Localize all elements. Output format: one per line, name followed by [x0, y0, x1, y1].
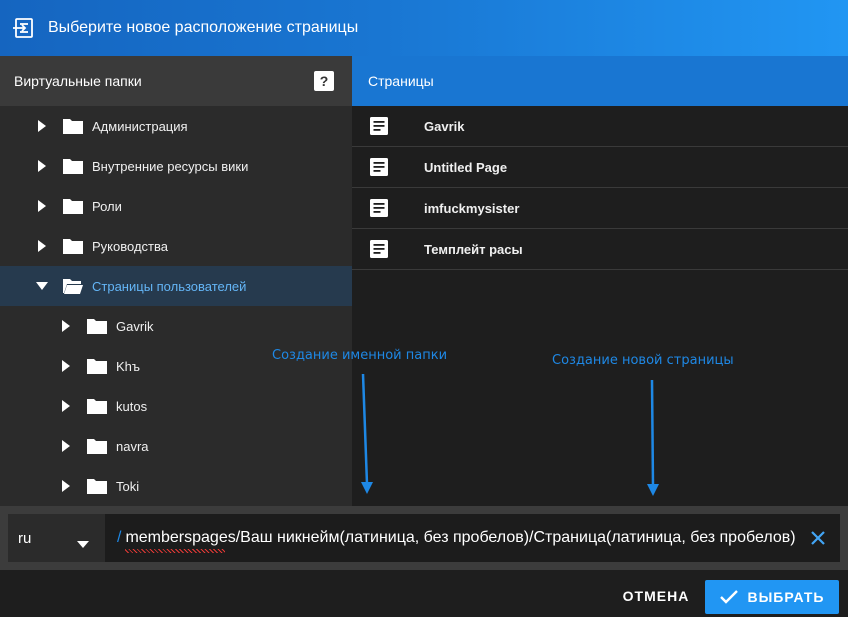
tree-folder-label: Страницы пользователей	[92, 278, 247, 294]
folder-icon	[86, 397, 108, 415]
folder-icon	[62, 157, 84, 175]
folder-icon	[62, 197, 84, 215]
locale-value: ru	[18, 529, 32, 547]
tree-folder-item[interactable]: Роли	[0, 186, 352, 226]
folder-icon	[86, 437, 108, 455]
page-list-item[interactable]: Untitled Page	[352, 147, 848, 188]
path-value: memberspages/Ваш никнейм(латиница, без п…	[125, 529, 796, 553]
pages-header: Страницы	[352, 56, 848, 106]
page-list-item[interactable]: Gavrik	[352, 106, 848, 147]
tree-folder-label: Khъ	[116, 358, 141, 374]
tree-folder-label: Роли	[92, 198, 122, 214]
virtual-folders-panel: Виртуальные папки ? Администрация Внутрен…	[0, 56, 352, 506]
folder-icon	[62, 117, 84, 135]
folder-note-arrow	[361, 373, 373, 494]
page-icon	[370, 239, 390, 259]
page-title: Темплейт расы	[424, 241, 523, 257]
page-list-item[interactable]: Темплейт расы	[352, 229, 848, 270]
chevron-right-icon[interactable]	[60, 360, 72, 372]
folder-open-icon	[62, 277, 84, 295]
tree-folder-item[interactable]: Внутренние ресурсы вики	[0, 146, 352, 186]
chevron-down-icon[interactable]	[36, 280, 48, 292]
page-note-arrow	[647, 379, 659, 496]
page-icon	[370, 198, 390, 218]
page-creation-note: Создание новой страницы	[552, 353, 734, 368]
chevron-right-icon[interactable]	[60, 320, 72, 332]
dialog-footer: ОТМЕНА ВЫБРАТЬ	[0, 570, 848, 617]
virtual-folders-title: Виртуальные папки	[14, 73, 142, 89]
chevron-right-icon[interactable]	[36, 240, 48, 252]
folder-icon	[86, 477, 108, 495]
tree-folder-item[interactable]: Руководства	[0, 226, 352, 266]
close-icon[interactable]	[808, 528, 828, 548]
chevron-right-icon[interactable]	[36, 160, 48, 172]
dialog-titlebar: Выберите новое расположение страницы	[0, 0, 848, 56]
tree-folder-label: Администрация	[92, 118, 188, 134]
tree-folder-item[interactable]: navra	[0, 426, 352, 466]
chevron-right-icon[interactable]	[36, 120, 48, 132]
path-input[interactable]: / memberspages/Ваш никнейм(латиница, без…	[105, 514, 840, 562]
tree-folder-label: Руководства	[92, 238, 168, 254]
page-icon	[370, 116, 390, 136]
path-bar: ru / memberspages/Ваш никнейм(латиница, …	[0, 506, 848, 570]
pages-panel: Страницы Gavrik Untitled Page imfuckmysist…	[352, 56, 848, 506]
page-title: Untitled Page	[424, 159, 508, 175]
help-icon[interactable]: ?	[314, 71, 334, 91]
caret-down-icon	[77, 535, 89, 552]
tree-folder-item[interactable]: Страницы пользователей	[0, 266, 352, 306]
folder-icon	[86, 357, 108, 375]
page-icon	[370, 157, 390, 177]
page-title: Gavrik	[424, 118, 465, 134]
folder-tree: Администрация Внутренние ресурсы вики Роли…	[0, 106, 352, 506]
folder-creation-note: Создание именной папки	[272, 348, 448, 363]
select-button[interactable]: ВЫБРАТЬ	[705, 580, 839, 614]
tree-folder-item[interactable]: Gavrik	[0, 306, 352, 346]
tree-folder-item[interactable]: Toki	[0, 466, 352, 506]
page-list: Gavrik Untitled Page imfuckmysister Темплей…	[352, 106, 848, 270]
chevron-right-icon[interactable]	[60, 480, 72, 492]
tree-folder-label: Gavrik	[116, 318, 154, 334]
tree-folder-item[interactable]: Администрация	[0, 106, 352, 146]
select-button-label: ВЫБРАТЬ	[747, 589, 825, 605]
move-page-icon	[10, 15, 36, 41]
chevron-right-icon[interactable]	[60, 440, 72, 452]
path-slash: /	[117, 529, 122, 546]
folder-icon	[86, 317, 108, 335]
folder-icon	[62, 237, 84, 255]
tree-folder-item[interactable]: kutos	[0, 386, 352, 426]
page-title: imfuckmysister	[424, 200, 520, 216]
tree-folder-label: Внутренние ресурсы вики	[92, 158, 249, 174]
check-icon	[720, 590, 739, 604]
tree-folder-label: navra	[116, 438, 149, 454]
tree-folder-label: kutos	[116, 398, 148, 414]
page-list-item[interactable]: imfuckmysister	[352, 188, 848, 229]
virtual-folders-header: Виртуальные папки ?	[0, 56, 352, 106]
chevron-right-icon[interactable]	[60, 400, 72, 412]
cancel-button[interactable]: ОТМЕНА	[613, 580, 699, 612]
dialog-title: Выберите новое расположение страницы	[48, 19, 359, 36]
locale-select[interactable]: ru	[8, 514, 105, 562]
chevron-right-icon[interactable]	[36, 200, 48, 212]
tree-folder-label: Toki	[116, 478, 140, 494]
